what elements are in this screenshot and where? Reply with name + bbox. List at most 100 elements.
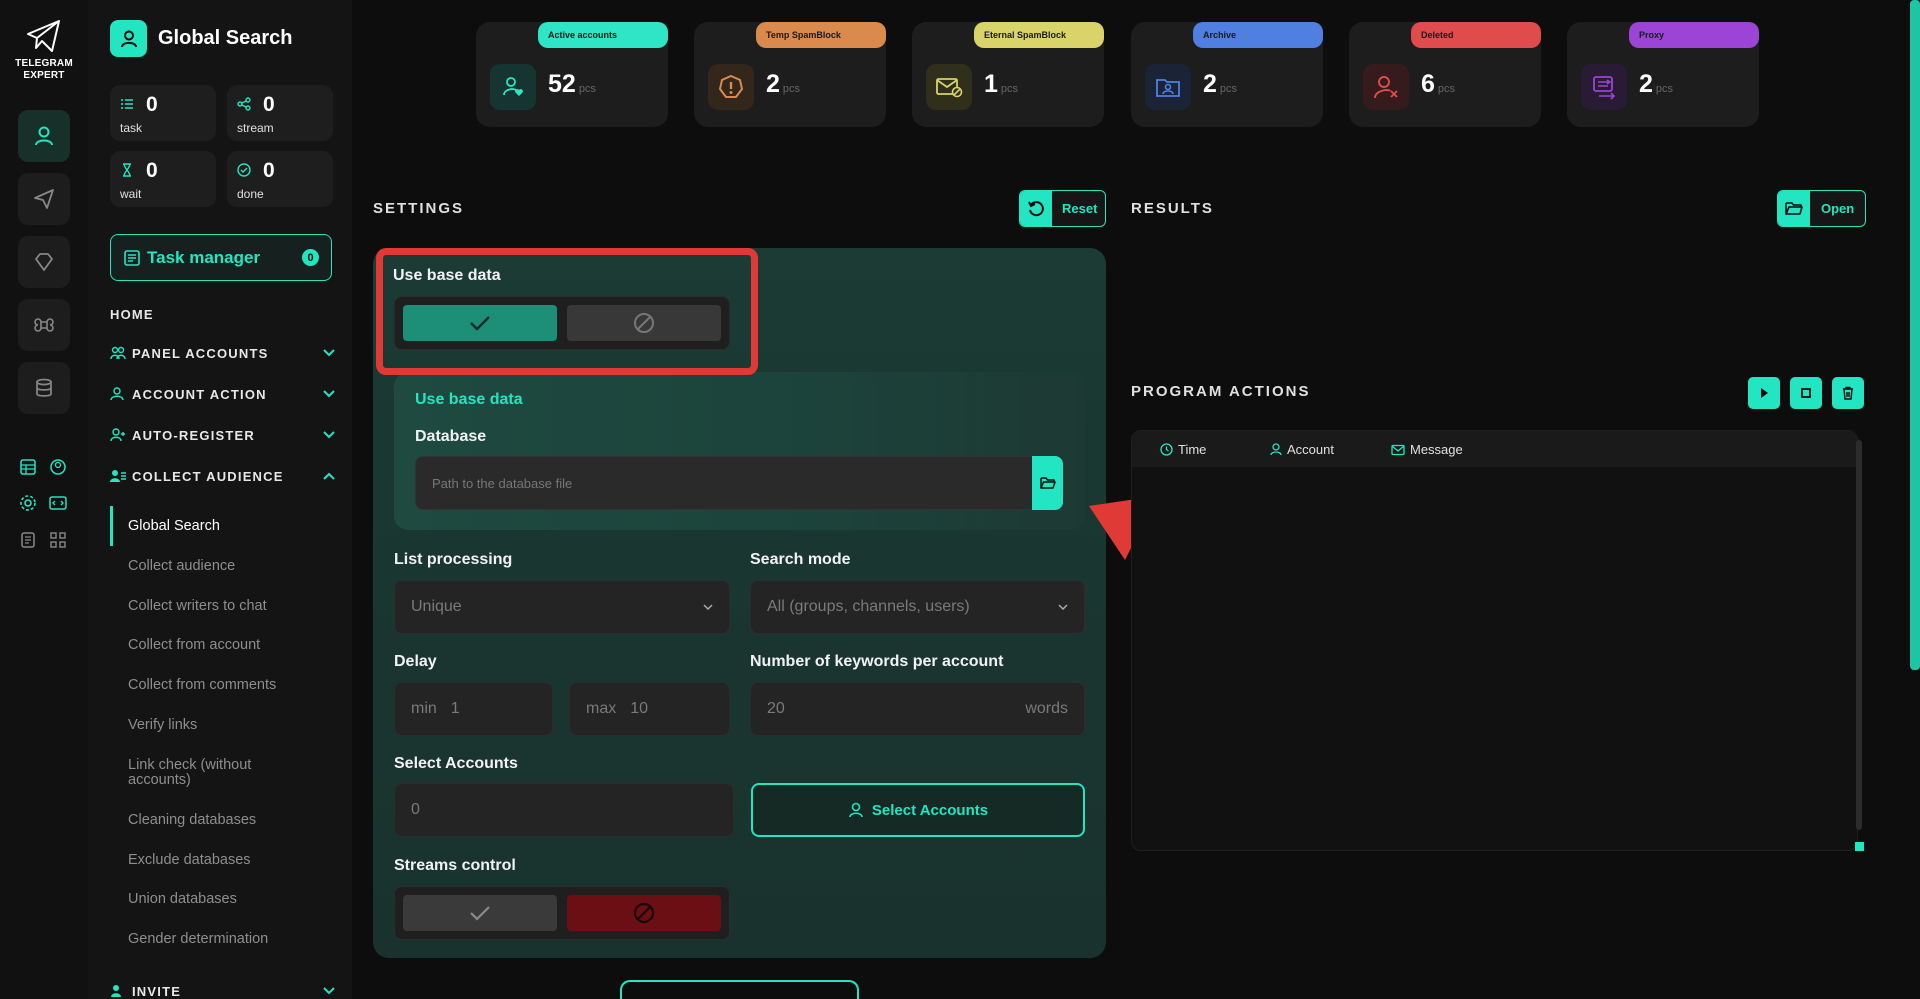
stat-done-value: 0 [263,159,275,182]
nav-invite[interactable]: INVITE [110,981,335,999]
nav-auto-register-label: AUTO-REGISTER [132,427,255,443]
sub-collect-audience[interactable]: Collect audience [128,559,328,574]
play-icon [1761,388,1768,398]
card-archive[interactable]: Archive 2 pcs [1131,22,1323,127]
rail-accounts-button[interactable] [18,110,70,162]
card-label: Eternal SpamBlock [974,22,1104,48]
nav-auto-register[interactable]: AUTO-REGISTER [110,425,335,445]
sub-cleaning-databases[interactable]: Cleaning databases [128,813,328,828]
sub-collect-writers[interactable]: Collect writers to chat [128,599,328,614]
keywords-unit: words [1025,700,1068,717]
chevron-down-icon [323,431,335,439]
warning-icon [708,64,754,110]
card-label: Archive [1193,22,1323,48]
card-active-accounts[interactable]: Active accounts 52 pcs [476,22,668,127]
database-label: Database [415,428,487,445]
play-button[interactable] [1748,377,1780,409]
rail-table-icon[interactable] [16,455,40,479]
sub-verify-links[interactable]: Verify links [128,718,328,733]
sub-union-databases[interactable]: Union databases [128,892,328,907]
hourglass-icon [123,163,131,177]
delay-max-input[interactable]: max 10 [569,682,730,736]
start-button-partial[interactable] [620,980,859,999]
card-label: Proxy [1629,22,1759,48]
card-temp-spamblock[interactable]: Temp SpamBlock 2 pcs [694,22,886,127]
archive-icon [1145,64,1191,110]
user-icon [1270,443,1282,456]
card-deleted[interactable]: Deleted 6 pcs [1349,22,1541,127]
keywords-label: Number of keywords per account [750,653,1004,670]
rail-grid-icon[interactable] [46,528,70,552]
card-value: 6 pcs [1421,70,1456,98]
send-icon [34,189,54,209]
clear-log-button[interactable] [1832,377,1864,409]
delay-max-prefix: max [586,700,617,717]
col-time[interactable]: Time [1160,442,1206,457]
streams-off-button[interactable] [567,895,721,931]
sub-gender-determination[interactable]: Gender determination [128,932,328,947]
page-scrollbar[interactable] [1910,0,1920,670]
select-accounts-button-label: Select Accounts [871,801,989,819]
database-path-input[interactable]: Path to the database file [415,456,1063,510]
stat-wait-label: wait [120,187,142,201]
rail-send-button[interactable] [18,173,70,225]
stat-stream: 0 stream [227,85,333,141]
icon-rail: TELEGRAM EXPERT [0,0,88,999]
rail-settings-icon[interactable] [16,491,40,515]
share-icon [237,97,251,111]
delay-label: Delay [394,653,437,670]
nav-account-action[interactable]: ACCOUNT ACTION [110,384,335,404]
task-list-icon [124,249,140,266]
rail-document-icon[interactable] [16,528,40,552]
card-proxy[interactable]: Proxy 2 pcs [1567,22,1759,127]
col-account[interactable]: Account [1270,442,1334,457]
highlight-box [376,248,758,375]
search-mode-select[interactable]: All (groups, channels, users) [750,580,1085,634]
delay-min-input[interactable]: min 1 [394,682,553,736]
nav-panel-accounts[interactable]: PANEL ACCOUNTS [110,343,335,363]
streams-on-button[interactable] [403,895,557,931]
log-scrollbar[interactable] [1856,440,1862,830]
stop-icon [1801,388,1811,398]
rail-command-button[interactable] [18,299,70,351]
resize-handle[interactable] [1855,842,1864,851]
select-accounts-label: Select Accounts [394,755,518,772]
user-list-icon [110,469,126,483]
col-message[interactable]: Message [1391,442,1463,457]
rail-profile-icon[interactable] [46,455,70,479]
task-manager-button[interactable]: Task manager 0 [110,234,332,281]
rail-diamond-button[interactable] [18,236,70,288]
sub-collect-from-comments[interactable]: Collect from comments [128,678,328,693]
sidebar: Global Search 0 task 0 stream 0 wait 0 d… [88,0,352,999]
sub-exclude-databases[interactable]: Exclude databases [128,853,328,868]
list-icon [121,99,133,109]
reset-button[interactable]: Reset [1019,190,1106,227]
browse-database-button[interactable] [1032,456,1063,510]
keywords-input[interactable]: 20 words [750,682,1085,736]
user-icon [35,126,53,146]
sub-global-search[interactable]: Global Search [128,519,328,534]
select-accounts-button[interactable]: Select Accounts [751,783,1085,837]
users-icon [110,346,126,360]
chevron-down-icon [1058,604,1068,610]
card-eternal-spamblock[interactable]: Eternal SpamBlock 1 pcs [912,22,1104,127]
card-value: 2 pcs [766,70,801,98]
selected-accounts-value: 0 [411,801,420,818]
card-label: Active accounts [538,22,668,48]
nav-collect-audience[interactable]: COLLECT AUDIENCE [110,466,335,486]
ban-icon [633,902,655,924]
stop-button[interactable] [1790,377,1822,409]
rail-code-icon[interactable] [46,491,70,515]
stat-stream-label: stream [237,121,274,135]
rail-database-button[interactable] [18,362,70,414]
open-results-button[interactable]: Open [1777,190,1866,227]
list-processing-select[interactable]: Unique [394,580,730,634]
sub-collect-from-account[interactable]: Collect from account [128,638,328,653]
user-icon [849,802,863,818]
app-title: Global Search [110,20,293,57]
app-user-icon [110,20,147,57]
mail-icon [1391,444,1405,455]
stat-task: 0 task [110,85,216,141]
nav-home[interactable]: HOME [110,304,335,324]
sub-link-check[interactable]: Link check (without accounts) [128,758,278,788]
